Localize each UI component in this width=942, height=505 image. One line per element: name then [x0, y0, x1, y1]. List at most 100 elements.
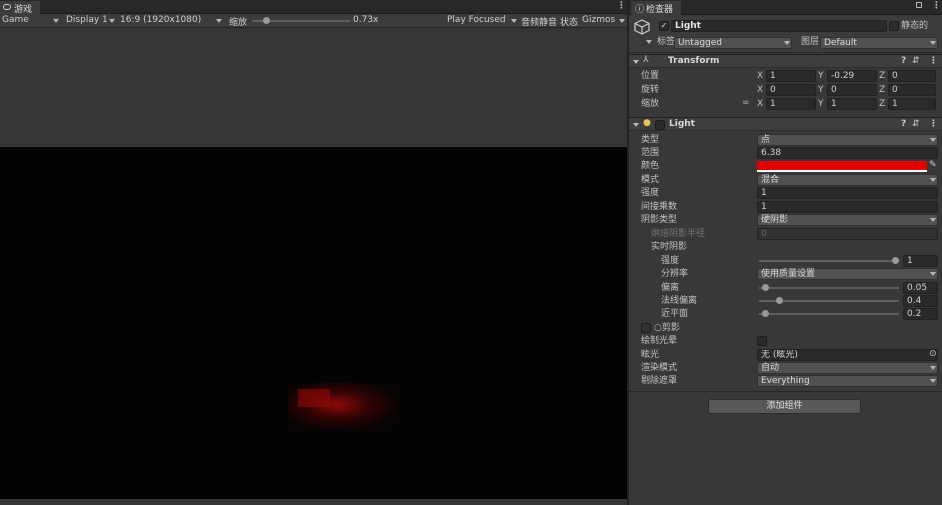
culling-mask-label: 剔除遮罩 — [641, 376, 678, 386]
culling-mask-dropdown[interactable]: Everything — [757, 375, 938, 387]
bias-slider[interactable] — [759, 284, 899, 291]
object-name-field[interactable]: Light — [671, 20, 887, 32]
transform-x-field[interactable]: 1 — [766, 98, 816, 110]
type-dropdown[interactable]: 点 — [757, 134, 938, 146]
more-options-icon[interactable]: ⋮ — [617, 1, 626, 11]
near-plane-slider[interactable] — [759, 310, 899, 317]
bias-slider-handle[interactable] — [762, 284, 769, 291]
more-options-icon[interactable]: ⋮ — [932, 1, 941, 11]
display-dropdown[interactable]: Display 1 — [66, 15, 116, 27]
chevron-down-icon — [930, 138, 936, 142]
scale-slider-handle[interactable] — [263, 17, 270, 24]
near-plane-field[interactable]: 0.2 — [903, 308, 938, 320]
transform-header[interactable]: ⅄ Transform ? ⇵ ⋮ — [629, 54, 942, 68]
normal-bias-slider[interactable] — [759, 297, 899, 304]
draw-halo-checkbox[interactable] — [757, 336, 767, 346]
transform-rows: 位置 X 1 Y -0.29 Z 0 旋转 X 0 Y 0 Z 0 缩放 ∞ X 1 Y 1 Z 1 — [629, 69, 942, 117]
axis-x-label: X — [757, 71, 764, 81]
light-enabled-checkbox[interactable] — [655, 120, 665, 130]
transform-z-field[interactable]: 0 — [888, 84, 936, 96]
transform-z-value: 0 — [892, 85, 898, 95]
gizmos-dropdown[interactable]: Gizmos — [582, 15, 626, 27]
baked-shadow-radius-value: 0 — [761, 229, 767, 239]
baked-shadow-radius-label: 烘焙阴影半径 — [651, 229, 706, 239]
add-component-label: 添加组件 — [766, 401, 803, 411]
help-icon[interactable]: ? — [901, 119, 906, 129]
shadow-type-dropdown[interactable]: 硬阴影 — [757, 214, 938, 226]
transform-z-field[interactable]: 0 — [888, 70, 936, 82]
bias-value: 0.05 — [907, 283, 928, 293]
inspector-tab-bar: ⓘ 检查器 ⋮ — [629, 0, 942, 15]
near-plane-slider-handle[interactable] — [762, 310, 769, 317]
transform-x-field[interactable]: 1 — [766, 70, 816, 82]
chevron-down-icon — [930, 366, 936, 370]
transform-row: 旋转 X 0 Y 0 Z 0 — [629, 83, 942, 97]
constrain-proportions-icon[interactable]: ∞ — [742, 98, 750, 108]
near-plane-label: 近平面 — [661, 309, 689, 319]
transform-y-field[interactable]: 1 — [827, 98, 877, 110]
chevron-down-icon — [930, 379, 936, 383]
intensity-label: 强度 — [641, 188, 660, 198]
resolution-dropdown[interactable]: 使用质量设置 — [757, 268, 938, 280]
color-label: 颜色 — [641, 161, 660, 171]
static-checkbox[interactable] — [889, 21, 899, 31]
add-component-button[interactable]: 添加组件 — [708, 399, 861, 414]
mode-dropdown[interactable]: 混合 — [757, 174, 938, 186]
preset-icon[interactable]: ⇵ — [912, 119, 920, 129]
strength-field[interactable]: 1 — [903, 255, 938, 267]
red-light-core — [298, 389, 330, 407]
chevron-down-icon — [511, 19, 517, 23]
game-view[interactable] — [0, 147, 627, 499]
scale-slider[interactable] — [252, 17, 350, 24]
render-mode-dropdown[interactable]: 自动 — [757, 362, 938, 374]
transform-z-field[interactable]: 1 — [888, 98, 936, 110]
section-divider — [629, 391, 942, 392]
draw-halo-label: 绘制光晕 — [641, 336, 678, 346]
intensity-field[interactable]: 1 — [757, 187, 938, 199]
color-swatch[interactable] — [757, 161, 927, 172]
chevron-down-icon — [216, 19, 222, 23]
range-field[interactable]: 6.38 — [757, 147, 938, 159]
type-label: 类型 — [641, 135, 660, 145]
flare-field[interactable]: 无 (眩光) ⊙ — [757, 349, 938, 361]
gamepad-icon — [3, 4, 11, 10]
scale-label: 缩放 — [229, 18, 248, 28]
indirect-multiplier-field[interactable]: 1 — [757, 201, 938, 213]
lock-icon[interactable] — [916, 2, 922, 8]
tag-dropdown[interactable]: Untagged — [674, 37, 792, 49]
eyedropper-icon[interactable]: ✎ — [929, 160, 937, 170]
stats-button[interactable]: 状态 — [560, 15, 578, 28]
tab-game[interactable]: 游戏 — [0, 1, 40, 15]
transform-y-field[interactable]: -0.29 — [827, 70, 877, 82]
more-options-icon[interactable]: ⋮ — [929, 56, 938, 66]
chevron-down-icon — [930, 41, 936, 45]
layer-dropdown[interactable]: Default — [820, 37, 938, 49]
play-mode-dropdown[interactable]: Play Focused — [447, 15, 517, 27]
resolution-value: 使用质量设置 — [761, 269, 816, 279]
more-options-icon[interactable]: ⋮ — [929, 119, 938, 129]
transform-x-field[interactable]: 0 — [766, 84, 816, 96]
range-value: 6.38 — [761, 148, 782, 158]
transform-z-value: 1 — [892, 99, 898, 109]
transform-y-field[interactable]: 0 — [827, 84, 877, 96]
help-icon[interactable]: ? — [901, 56, 906, 66]
strength-slider[interactable] — [759, 257, 899, 264]
bias-field[interactable]: 0.05 — [903, 282, 938, 294]
chevron-down-icon — [930, 178, 936, 182]
bias-label: 偏离 — [661, 283, 680, 293]
preset-icon[interactable]: ⇵ — [912, 56, 920, 66]
normal-bias-label: 法线偏离 — [661, 296, 698, 306]
realtime-shadows-label: 实时阴影 — [651, 242, 688, 252]
mode-dropdown[interactable]: Game — [2, 15, 60, 27]
mute-audio-button[interactable]: 音频静音 — [521, 15, 557, 28]
active-checkbox[interactable]: ✓ — [659, 21, 669, 31]
aspect-dropdown[interactable]: 16:9 (1920x1080) — [120, 15, 224, 27]
strength-slider-handle[interactable] — [892, 257, 899, 264]
transform-x-value: 1 — [770, 99, 776, 109]
chevron-down-icon[interactable] — [646, 40, 652, 44]
normal-bias-slider-handle[interactable] — [776, 297, 783, 304]
normal-bias-field[interactable]: 0.4 — [903, 295, 938, 307]
light-header[interactable]: ● Light ? ⇵ ⋮ — [629, 117, 942, 131]
tab-inspector[interactable]: ⓘ 检查器 — [631, 1, 681, 15]
object-picker-icon[interactable]: ⊙ — [929, 350, 937, 359]
